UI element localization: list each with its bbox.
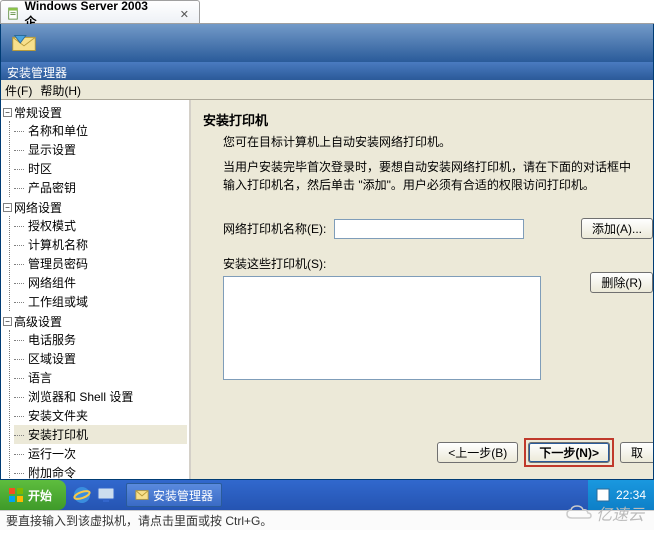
- app-window: 安装管理器 件(F) 帮助(H) −常规设置 名称和单位 显示设置 时区 产品密…: [0, 24, 654, 480]
- tree-item-net-components[interactable]: 网络组件: [14, 273, 187, 292]
- envelope-icon: [9, 31, 39, 55]
- page-desc: 您可在目标计算机上自动安装网络打印机。: [203, 133, 653, 150]
- start-button[interactable]: 开始: [0, 480, 66, 510]
- clock: 22:34: [616, 488, 646, 502]
- content-pane: 安装打印机 您可在目标计算机上自动安装网络打印机。 当用户安装完毕首次登录时，要…: [191, 100, 653, 479]
- tree-item-install-printer[interactable]: 安装打印机: [14, 425, 187, 444]
- highlight-box: 下一步(N)>: [524, 438, 614, 467]
- menu-help[interactable]: 帮助(H): [40, 82, 81, 97]
- window-title: 安装管理器: [1, 62, 653, 80]
- delete-button[interactable]: 删除(R): [590, 272, 653, 293]
- tree-item-run-once[interactable]: 运行一次: [14, 444, 187, 463]
- collapse-icon: −: [3, 203, 12, 212]
- page-instructions: 当用户安装完毕首次登录时，要想自动安装网络打印机，请在下面的对话框中 输入打印机…: [203, 158, 653, 194]
- page-icon: [7, 7, 21, 21]
- windows-logo-icon: [8, 487, 24, 503]
- tree-item-product-key[interactable]: 产品密钥: [14, 178, 187, 197]
- tree-item-regional[interactable]: 区域设置: [14, 349, 187, 368]
- watermark: 亿速云: [566, 501, 644, 525]
- tree-item-computer-name[interactable]: 计算机名称: [14, 235, 187, 254]
- printer-name-label: 网络打印机名称(E):: [223, 220, 326, 237]
- list-label: 安装这些打印机(S):: [203, 255, 653, 272]
- tree-item-workgroup[interactable]: 工作组或域: [14, 292, 187, 311]
- quick-launch: [66, 485, 122, 505]
- tree-item-name-org[interactable]: 名称和单位: [14, 121, 187, 140]
- menu-file[interactable]: 件(F): [5, 82, 32, 97]
- tree-group-network[interactable]: −网络设置: [3, 199, 187, 216]
- printer-name-input[interactable]: [334, 219, 524, 239]
- browser-tab[interactable]: Windows Server 2003 企... ✕: [0, 0, 200, 23]
- tree-group-advanced[interactable]: −高级设置: [3, 313, 187, 330]
- cloud-icon: [566, 505, 592, 521]
- tree-item-language[interactable]: 语言: [14, 368, 187, 387]
- menu-bar: 件(F) 帮助(H): [1, 80, 653, 100]
- tray-icon[interactable]: [596, 488, 610, 502]
- browser-tab-bar: Windows Server 2003 企... ✕: [0, 0, 654, 24]
- desktop-icon[interactable]: [96, 485, 116, 505]
- cancel-button[interactable]: 取: [620, 442, 653, 463]
- tree-item-telephony[interactable]: 电话服务: [14, 330, 187, 349]
- printer-listbox[interactable]: [223, 276, 541, 380]
- tree-item-browser-shell[interactable]: 浏览器和 Shell 设置: [14, 387, 187, 406]
- taskbar-item[interactable]: 安装管理器: [126, 483, 222, 507]
- taskbar: 开始 安装管理器 22:34: [0, 480, 654, 510]
- nav-tree: −常规设置 名称和单位 显示设置 时区 产品密钥 −网络设置 授权模式 计算机名…: [1, 100, 191, 479]
- tree-group-general[interactable]: −常规设置: [3, 104, 187, 121]
- collapse-icon: −: [3, 317, 12, 326]
- page-title: 安装打印机: [203, 110, 653, 129]
- window-banner: [1, 24, 653, 62]
- envelope-icon: [135, 488, 149, 502]
- tree-item-license[interactable]: 授权模式: [14, 216, 187, 235]
- vm-status-bar: 要直接输入到该虚拟机，请点击里面或按 Ctrl+G。: [0, 510, 654, 530]
- wizard-nav: <上一步(B) 下一步(N)> 取: [437, 438, 653, 467]
- tree-item-display[interactable]: 显示设置: [14, 140, 187, 159]
- close-icon[interactable]: ✕: [180, 8, 189, 21]
- next-button[interactable]: 下一步(N)>: [528, 442, 610, 463]
- tree-item-additional-cmd[interactable]: 附加命令: [14, 463, 187, 479]
- back-button[interactable]: <上一步(B): [437, 442, 518, 463]
- tree-item-timezone[interactable]: 时区: [14, 159, 187, 178]
- ie-icon[interactable]: [72, 485, 92, 505]
- tree-item-install-folder[interactable]: 安装文件夹: [14, 406, 187, 425]
- add-button[interactable]: 添加(A)...: [581, 218, 653, 239]
- collapse-icon: −: [3, 108, 12, 117]
- tree-item-admin-pw[interactable]: 管理员密码: [14, 254, 187, 273]
